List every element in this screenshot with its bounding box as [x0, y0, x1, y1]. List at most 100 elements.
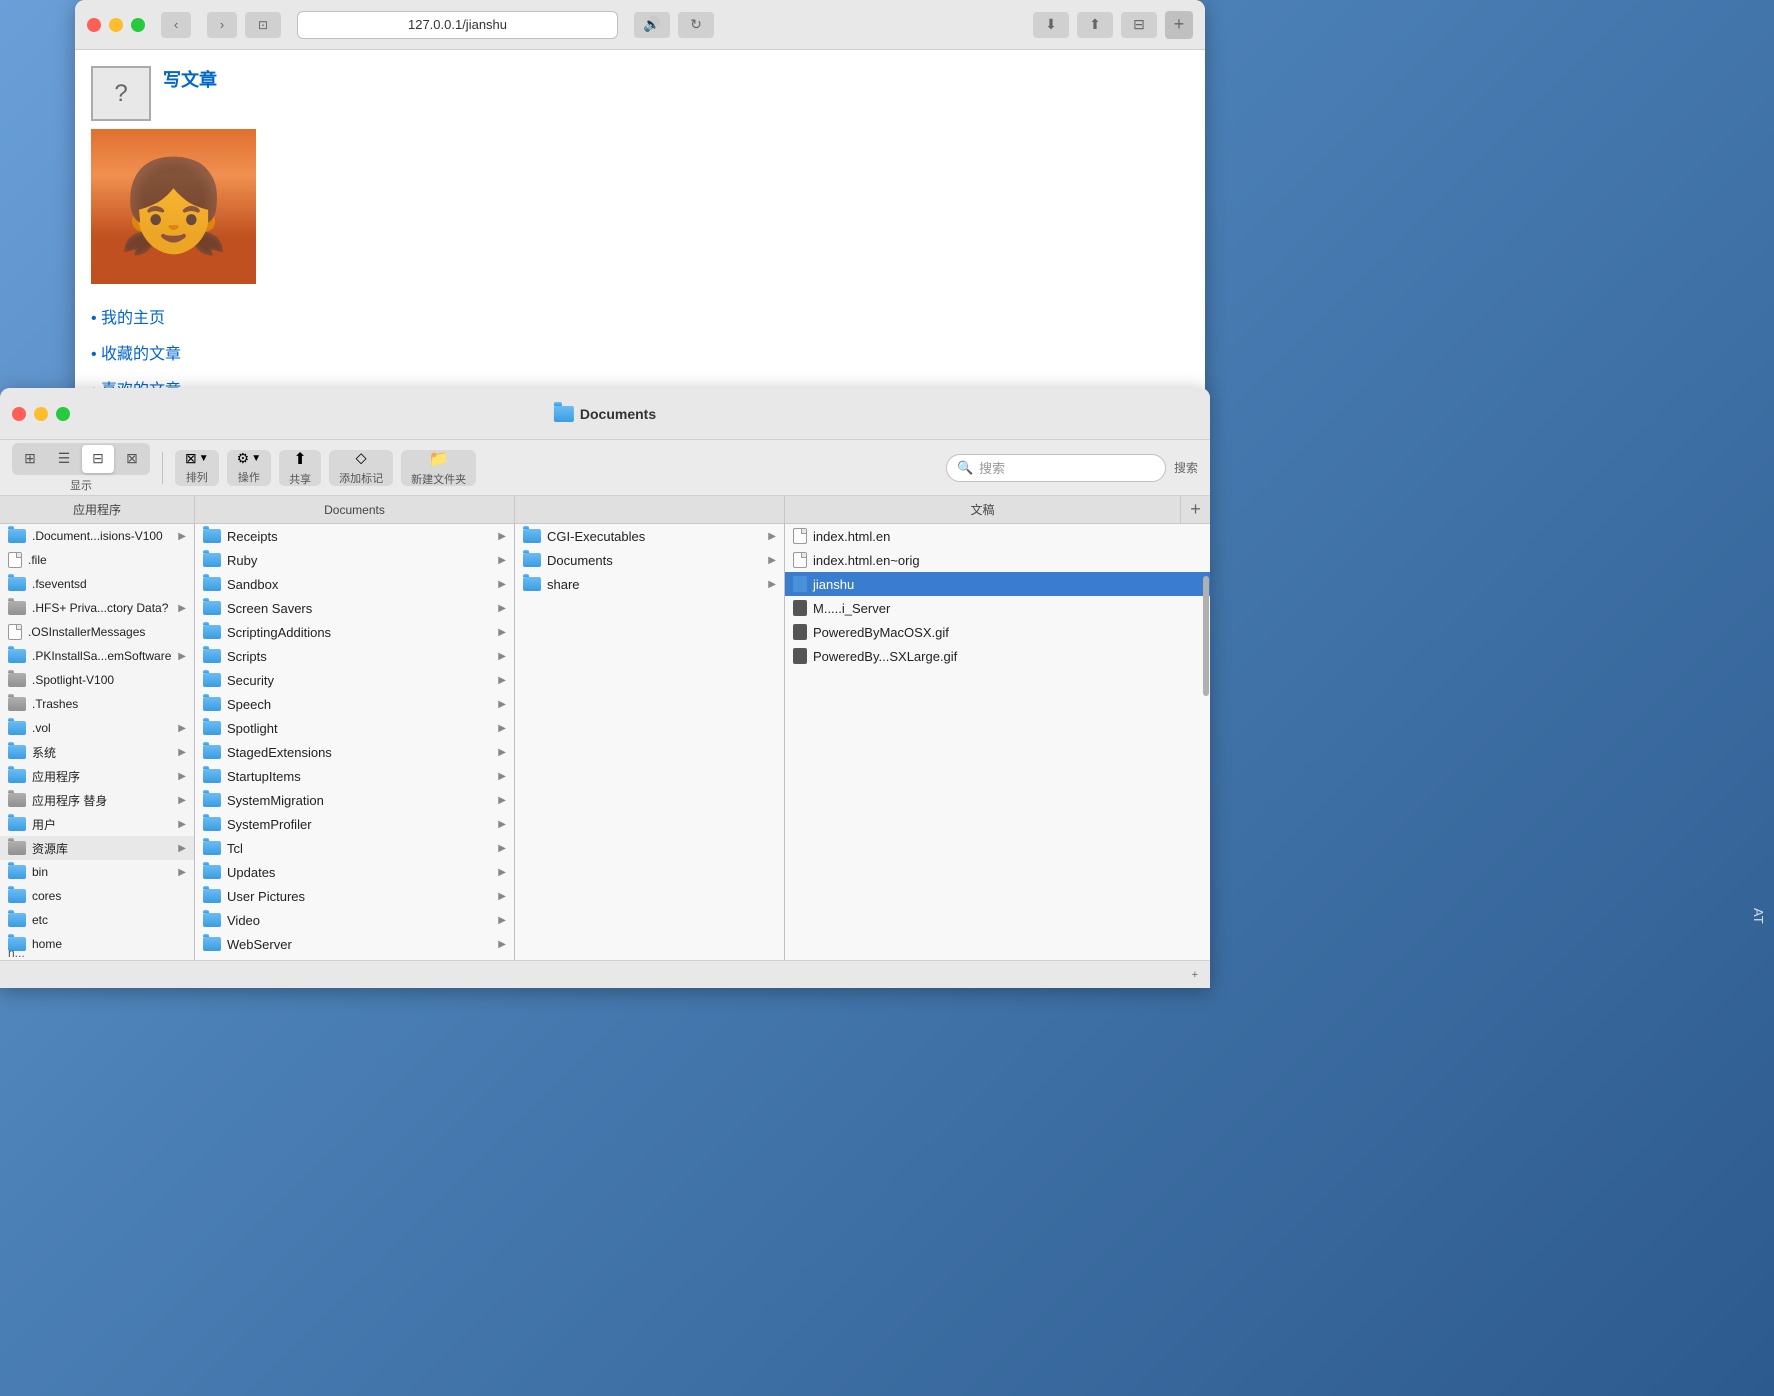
folder-icon: [203, 577, 221, 591]
maximize-button[interactable]: [131, 18, 145, 32]
columns-container: 应用程序 Documents 文稿 + .Document...isions-V…: [0, 496, 1210, 988]
folder-icon: [203, 865, 221, 879]
sidebar-item[interactable]: .Trashes: [0, 692, 194, 716]
folder-icon: [203, 745, 221, 759]
docs-item-updates[interactable]: Updates ▶: [195, 860, 514, 884]
finder-maximize-button[interactable]: [56, 407, 70, 421]
docs-item-systemmigration[interactable]: SystemMigration ▶: [195, 788, 514, 812]
docs-item-label: Receipts: [227, 529, 278, 544]
view-gallery-btn[interactable]: ⊠: [116, 445, 148, 473]
docs-item-systemprofiler[interactable]: SystemProfiler ▶: [195, 812, 514, 836]
sidebar-item[interactable]: .HFS+ Priva...ctory Data? ▶: [0, 596, 194, 620]
sidebar-item-cores[interactable]: cores: [0, 884, 194, 908]
truncated-label: n...: [8, 946, 25, 960]
right-item-poweredbymacosx[interactable]: PoweredByMacOSX.gif: [785, 620, 1210, 644]
add-column-button[interactable]: +: [1192, 969, 1198, 981]
back-button[interactable]: ‹: [161, 12, 191, 38]
share-button[interactable]: ⬆: [1077, 12, 1113, 38]
docs-item-webserver[interactable]: WebServer ▶: [195, 932, 514, 956]
right-item-indexenorig[interactable]: index.html.en~orig: [785, 548, 1210, 572]
docs-item-tcl[interactable]: Tcl ▶: [195, 836, 514, 860]
sidebar-item-users[interactable]: 用户 ▶: [0, 812, 194, 836]
sidebar-item[interactable]: .file: [0, 548, 194, 572]
docs-item-ruby[interactable]: Ruby ▶: [195, 548, 514, 572]
right-item-poweredbysxlarge[interactable]: PoweredBy...SXLarge.gif: [785, 644, 1210, 668]
folder-icon: [8, 577, 26, 591]
download-button[interactable]: ⬇: [1033, 12, 1069, 38]
docs-item-spotlight[interactable]: Spotlight ▶: [195, 716, 514, 740]
sidebar-item-library[interactable]: 资源库 ▶: [0, 836, 194, 860]
sidebar-item-etc[interactable]: etc: [0, 908, 194, 932]
mid-item-share[interactable]: share ▶: [515, 572, 784, 596]
reload-button[interactable]: ↻: [678, 12, 714, 38]
new-folder-button[interactable]: 📁 新建文件夹: [401, 450, 476, 486]
folder-icon: [523, 577, 541, 591]
docs-item-video[interactable]: Video ▶: [195, 908, 514, 932]
col-header-documents: Documents: [324, 503, 385, 517]
sidebar-item[interactable]: .OSInstallerMessages: [0, 620, 194, 644]
sort-button[interactable]: ⊠ ▼ 排列: [175, 450, 219, 486]
search-box[interactable]: 🔍 搜索: [946, 454, 1166, 482]
sidebar-item[interactable]: .fseventsd: [0, 572, 194, 596]
finder-close-button[interactable]: [12, 407, 26, 421]
docs-item-speech[interactable]: Speech ▶: [195, 692, 514, 716]
mid-item-documents[interactable]: Documents ▶: [515, 548, 784, 572]
tab-view-button[interactable]: ⊡: [245, 12, 281, 38]
docs-item-label: StartupItems: [227, 769, 301, 784]
folder-icon: [203, 697, 221, 711]
docs-item-receipts[interactable]: Receipts ▶: [195, 524, 514, 548]
write-article-link[interactable]: 写文章: [163, 66, 217, 92]
mid-item-label: Documents: [547, 553, 613, 568]
tag-label: 添加标记: [339, 470, 383, 486]
docs-item-startupitems[interactable]: StartupItems ▶: [195, 764, 514, 788]
arrow-icon: ▶: [498, 939, 506, 950]
view-list-btn[interactable]: ☰: [48, 445, 80, 473]
right-item-label: PoweredBy...SXLarge.gif: [813, 649, 957, 664]
tag-button[interactable]: ⬦ 添加标记: [329, 450, 393, 486]
sidebar-item-apps[interactable]: 应用程序 ▶: [0, 764, 194, 788]
collected-articles-link[interactable]: 收藏的文章: [91, 340, 1189, 364]
docs-item-userpictures[interactable]: User Pictures ▶: [195, 884, 514, 908]
right-item-mserver[interactable]: M.....i_Server: [785, 596, 1210, 620]
finder-minimize-button[interactable]: [34, 407, 48, 421]
minimize-button[interactable]: [109, 18, 123, 32]
sidebar-item-apps-alias[interactable]: 应用程序 替身 ▶: [0, 788, 194, 812]
sidebar-item-system[interactable]: 系统 ▶: [0, 740, 194, 764]
file-icon: [793, 552, 807, 568]
arrow-icon: ▶: [178, 747, 186, 758]
share-button[interactable]: ⬆ 共享: [279, 450, 321, 486]
sound-button[interactable]: 🔊: [634, 12, 670, 38]
tab-expand-button[interactable]: ⊟: [1121, 12, 1157, 38]
sidebar-item[interactable]: .vol ▶: [0, 716, 194, 740]
sidebar-item-label: 系统: [32, 744, 56, 761]
sidebar-item-home[interactable]: home: [0, 932, 194, 956]
close-button[interactable]: [87, 18, 101, 32]
right-column: index.html.en index.html.en~orig jianshu…: [785, 524, 1210, 960]
col-header-app: 应用程序: [73, 501, 121, 518]
arrow-icon: ▶: [498, 531, 506, 542]
docs-item-scriptingadditions[interactable]: ScriptingAdditions ▶: [195, 620, 514, 644]
docs-item-scripts[interactable]: Scripts ▶: [195, 644, 514, 668]
new-tab-button[interactable]: +: [1165, 11, 1193, 39]
docs-item-screensavers[interactable]: Screen Savers ▶: [195, 596, 514, 620]
view-column-btn[interactable]: ⊟: [82, 445, 114, 473]
arrow-icon: ▶: [178, 771, 186, 782]
sidebar-item[interactable]: .Document...isions-V100 ▶: [0, 524, 194, 548]
folder-icon: [8, 817, 26, 831]
address-bar[interactable]: 127.0.0.1/jianshu: [297, 11, 618, 39]
sidebar-item[interactable]: .PKInstallSa...emSoftware ▶: [0, 644, 194, 668]
my-homepage-link[interactable]: 我的主页: [91, 304, 1189, 328]
view-icon-btn[interactable]: ⊞: [14, 445, 46, 473]
docs-item-stagedextensions[interactable]: StagedExtensions ▶: [195, 740, 514, 764]
right-item-jianshu[interactable]: jianshu: [785, 572, 1210, 596]
sidebar-item-bin[interactable]: bin ▶: [0, 860, 194, 884]
action-button[interactable]: ⚙ ▼ 操作: [227, 450, 271, 486]
forward-button[interactable]: ›: [207, 12, 237, 38]
mid-item-cgi[interactable]: CGI-Executables ▶: [515, 524, 784, 548]
folder-icon: [203, 793, 221, 807]
file-icon: [793, 648, 807, 664]
docs-item-sandbox[interactable]: Sandbox ▶: [195, 572, 514, 596]
sidebar-item[interactable]: .Spotlight-V100: [0, 668, 194, 692]
right-item-indexen[interactable]: index.html.en: [785, 524, 1210, 548]
docs-item-security[interactable]: Security ▶: [195, 668, 514, 692]
